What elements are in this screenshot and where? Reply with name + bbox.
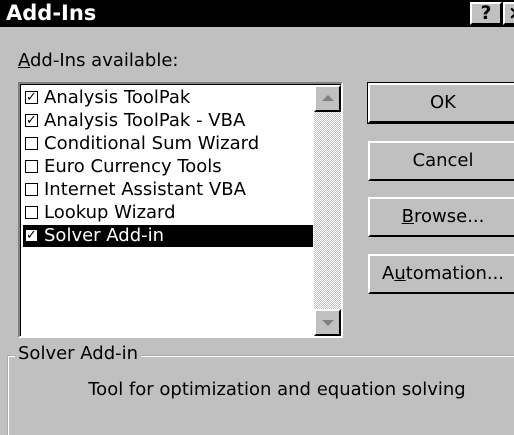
list-item-analysis-toolpak-vba[interactable]: ✓ Analysis ToolPak - VBA (23, 110, 313, 132)
list-item-analysis-toolpak[interactable]: ✓ Analysis ToolPak (23, 87, 313, 109)
checkbox-analysis-toolpak[interactable]: ✓ (25, 91, 38, 104)
checkbox-analysis-toolpak-vba[interactable]: ✓ (25, 114, 38, 127)
arrow-down-icon (322, 320, 334, 326)
list-item-label: Euro Currency Tools (44, 156, 222, 177)
close-button[interactable]: × (503, 2, 514, 25)
list-item-lookup-wizard[interactable]: Lookup Wizard (23, 202, 313, 224)
ok-button[interactable]: OK (367, 82, 514, 124)
cancel-button[interactable]: Cancel (368, 141, 514, 181)
window-title: Add-Ins (6, 1, 97, 25)
list-item-label: Analysis ToolPak - VBA (44, 110, 246, 131)
list-item-internet-assistant-vba[interactable]: Internet Assistant VBA (23, 179, 313, 201)
scroll-up-button[interactable] (314, 85, 341, 112)
checkbox-conditional-sum-wizard[interactable] (25, 137, 38, 150)
list-item-label: Lookup Wizard (44, 202, 176, 223)
automation-button[interactable]: Automation... (368, 254, 514, 294)
arrow-up-icon (322, 95, 334, 101)
close-icon: × (508, 2, 514, 24)
list-item-euro-currency-tools[interactable]: Euro Currency Tools (23, 156, 313, 178)
browse-button[interactable]: Browse... (368, 197, 514, 237)
help-icon: ? (480, 2, 492, 24)
list-item-label: Internet Assistant VBA (44, 179, 246, 200)
addins-listbox[interactable]: ✓ Analysis ToolPak ✓ Analysis ToolPak - … (18, 82, 343, 338)
checkbox-euro-currency-tools[interactable] (25, 160, 38, 173)
addin-description: Tool for optimization and equation solvi… (88, 379, 466, 400)
description-group-title: Solver Add-in (15, 343, 142, 365)
vertical-scrollbar[interactable] (314, 85, 341, 336)
list-item-solver-add-in[interactable]: ✓ Solver Add-in (23, 225, 313, 247)
list-item-label: Analysis ToolPak (44, 87, 191, 108)
addins-available-label: Add-Ins available: (18, 50, 179, 71)
list-item-label: Conditional Sum Wizard (44, 133, 260, 154)
help-button[interactable]: ? (470, 2, 502, 25)
title-bar: Add-Ins ? × (0, 0, 514, 27)
list-item-conditional-sum-wizard[interactable]: Conditional Sum Wizard (23, 133, 313, 155)
list-item-label: Solver Add-in (44, 225, 165, 246)
listbox-frame: ✓ Analysis ToolPak ✓ Analysis ToolPak - … (20, 84, 341, 336)
checkbox-internet-assistant-vba[interactable] (25, 183, 38, 196)
checkbox-solver-add-in[interactable]: ✓ (25, 229, 38, 242)
scroll-down-button[interactable] (314, 309, 341, 336)
checkbox-lookup-wizard[interactable] (25, 206, 38, 219)
